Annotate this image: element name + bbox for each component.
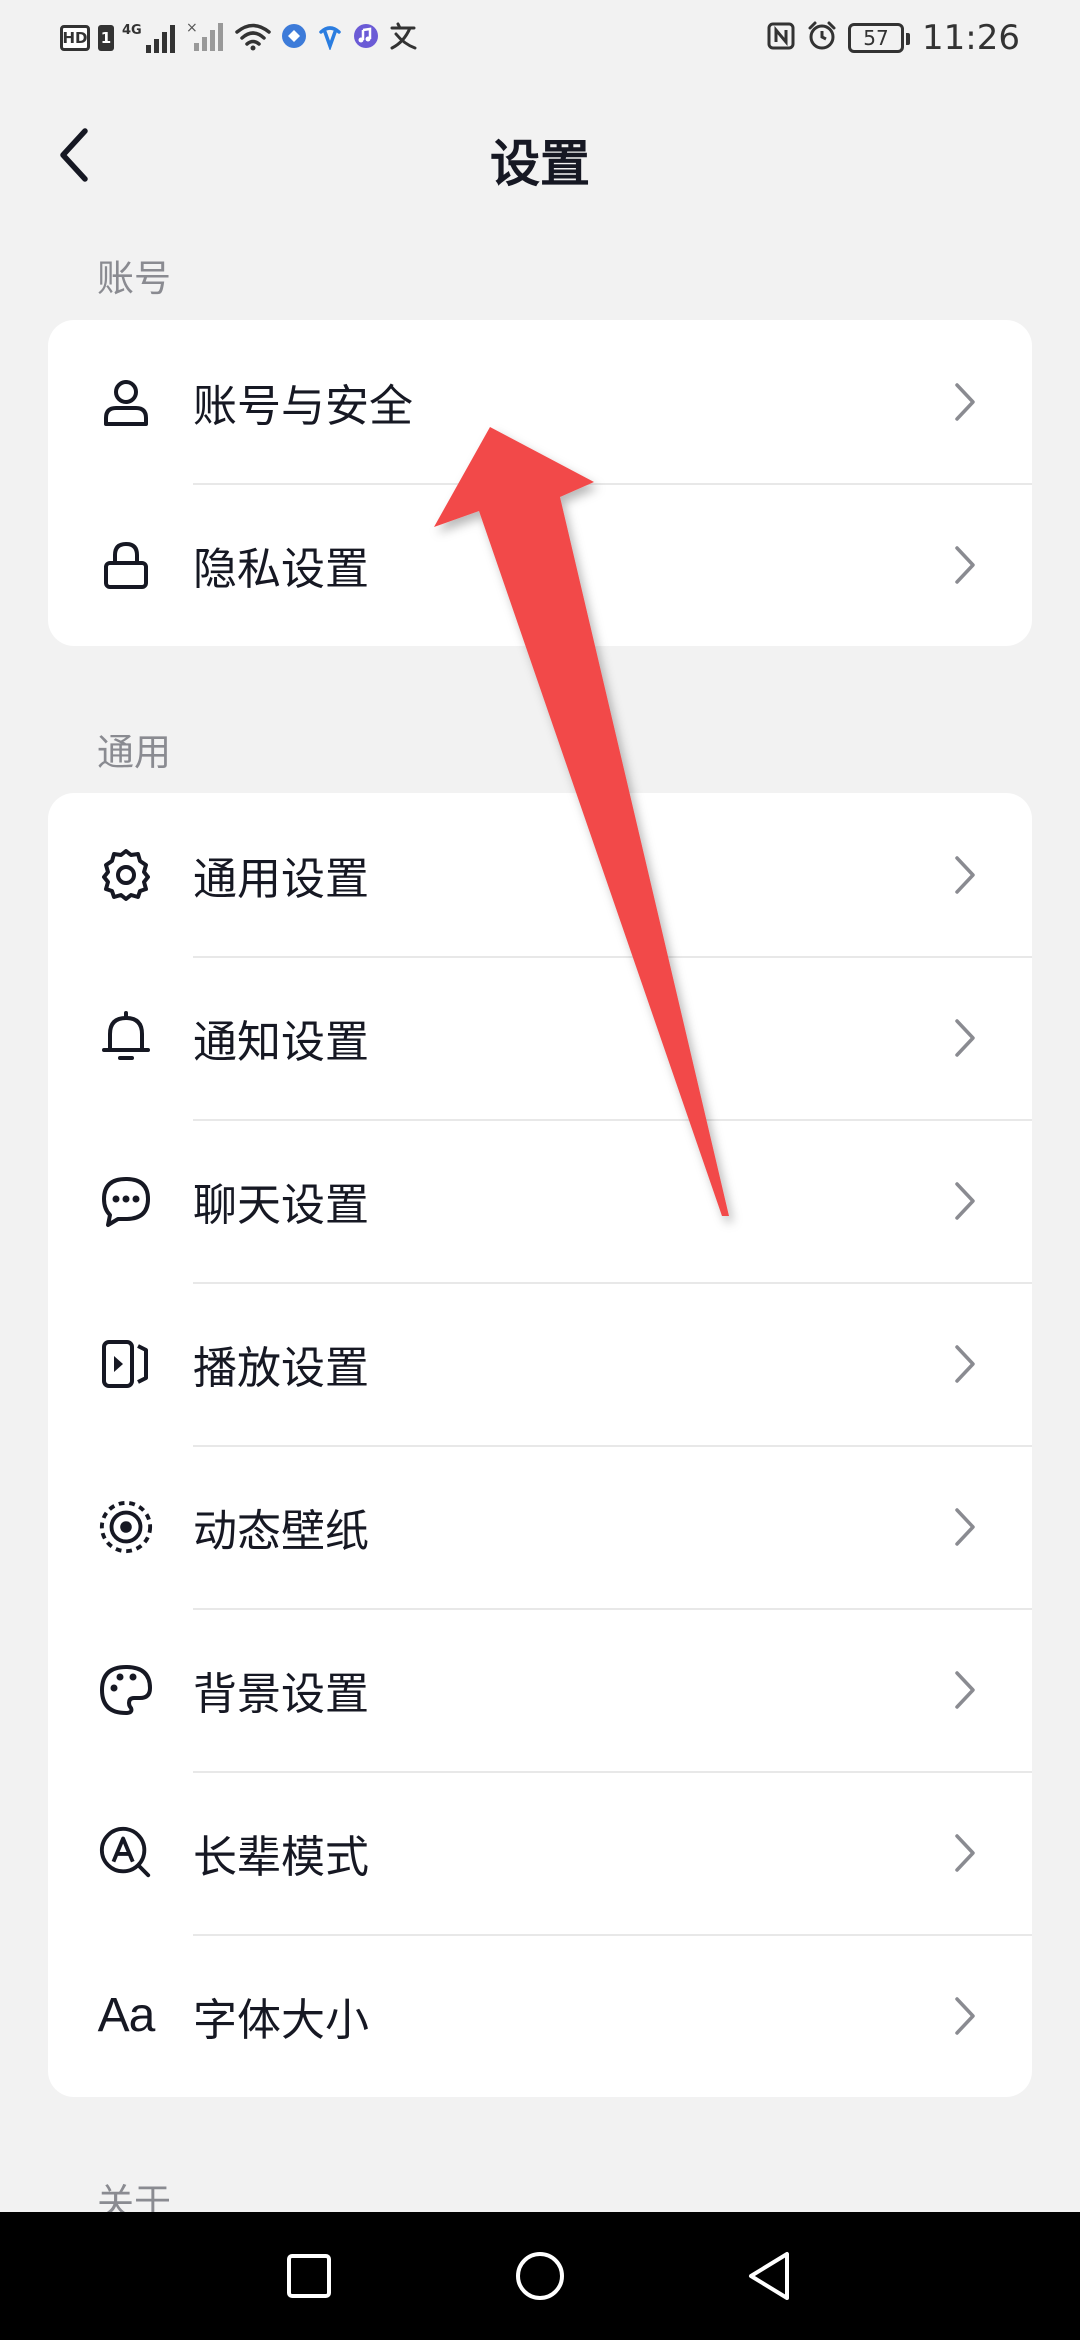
row-label: 播放设置	[193, 1342, 369, 1394]
settings-row-general[interactable]: 通用设置	[48, 793, 1032, 956]
account-card: 账号与安全 隐私设置	[48, 320, 1032, 646]
row-label: 聊天设置	[193, 1179, 369, 1231]
settings-row-playback[interactable]: 播放设置	[48, 1282, 1032, 1445]
play-icon	[98, 1336, 154, 1392]
section-label-account: 账号	[97, 257, 171, 300]
chevron-right-icon	[950, 1342, 980, 1386]
status-bar-right: 57 11:26	[766, 16, 1020, 60]
section-label-general: 通用	[97, 731, 171, 774]
chevron-right-icon	[950, 1994, 980, 2038]
chevron-right-icon	[950, 853, 980, 897]
header: 设置	[0, 100, 1080, 210]
signal-icon: 4G	[122, 23, 178, 53]
status-bar: HD 1 4G × 57 11:26	[0, 0, 1080, 76]
recent-apps-button[interactable]	[279, 2246, 339, 2306]
chevron-right-icon	[950, 1668, 980, 1712]
status-time: 11:26	[922, 18, 1020, 58]
status-bar-left: HD 1 4G ×	[60, 16, 418, 60]
chevron-right-icon	[950, 1505, 980, 1549]
alarm-icon	[806, 20, 838, 56]
app-notification-icon-4	[388, 22, 418, 54]
palette-icon	[98, 1662, 154, 1718]
settings-row-notification[interactable]: 通知设置	[48, 956, 1032, 1119]
app-notification-icon-1	[280, 22, 308, 54]
chevron-right-icon	[950, 380, 980, 424]
settings-row-live-wallpaper[interactable]: 动态壁纸	[48, 1445, 1032, 1608]
navigation-bar	[0, 2212, 1080, 2340]
bell-icon	[98, 1010, 154, 1066]
chevron-right-icon	[950, 1831, 980, 1875]
settings-row-background[interactable]: 背景设置	[48, 1608, 1032, 1771]
settings-row-account-security[interactable]: 账号与安全	[48, 320, 1032, 483]
signal-icon-2: ×	[186, 20, 226, 55]
font-size-icon: Aa	[97, 1988, 156, 2044]
settings-row-font-size[interactable]: Aa 字体大小	[48, 1934, 1032, 2097]
wifi-icon	[234, 21, 272, 55]
sim-icon: 1	[98, 25, 114, 51]
square-icon	[287, 2254, 331, 2298]
chevron-right-icon	[950, 1179, 980, 1223]
target-icon	[98, 1499, 154, 1555]
gear-icon	[98, 847, 154, 903]
person-icon	[98, 374, 154, 430]
battery-icon: 57	[848, 23, 911, 53]
row-label: 背景设置	[193, 1668, 369, 1720]
chevron-right-icon	[950, 543, 980, 587]
nfc-icon	[766, 21, 796, 55]
lock-icon	[98, 537, 154, 593]
settings-row-elder-mode[interactable]: 长辈模式	[48, 1771, 1032, 1934]
row-label: 账号与安全	[193, 380, 413, 432]
row-label: 通知设置	[193, 1016, 369, 1068]
back-nav-button[interactable]	[740, 2246, 800, 2306]
settings-row-privacy[interactable]: 隐私设置	[48, 483, 1032, 646]
chat-bubble-icon	[98, 1173, 154, 1229]
row-label: 通用设置	[193, 853, 369, 905]
row-label: 动态壁纸	[193, 1505, 369, 1557]
row-label: 字体大小	[193, 1994, 369, 2046]
app-notification-icon-3	[352, 22, 380, 54]
page-title: 设置	[490, 135, 590, 193]
hd-icon: HD	[60, 25, 90, 51]
settings-row-chat[interactable]: 聊天设置	[48, 1119, 1032, 1282]
svg-text:×: ×	[186, 21, 198, 36]
circle-icon	[516, 2252, 564, 2300]
network-type: 4G	[122, 23, 142, 38]
row-label: 隐私设置	[193, 543, 369, 595]
chevron-right-icon	[950, 1016, 980, 1060]
general-card: 通用设置 通知设置 聊天设置 播放设置 动态壁纸 背景设置 长辈模式 Aa 字体…	[48, 793, 1032, 2097]
row-label: 长辈模式	[193, 1831, 369, 1883]
elder-mode-icon	[98, 1825, 154, 1881]
triangle-back-icon	[749, 2252, 789, 2300]
font-size-glyph: Aa	[97, 1989, 156, 2042]
app-notification-icon-2	[316, 22, 344, 54]
home-button[interactable]	[510, 2246, 570, 2306]
